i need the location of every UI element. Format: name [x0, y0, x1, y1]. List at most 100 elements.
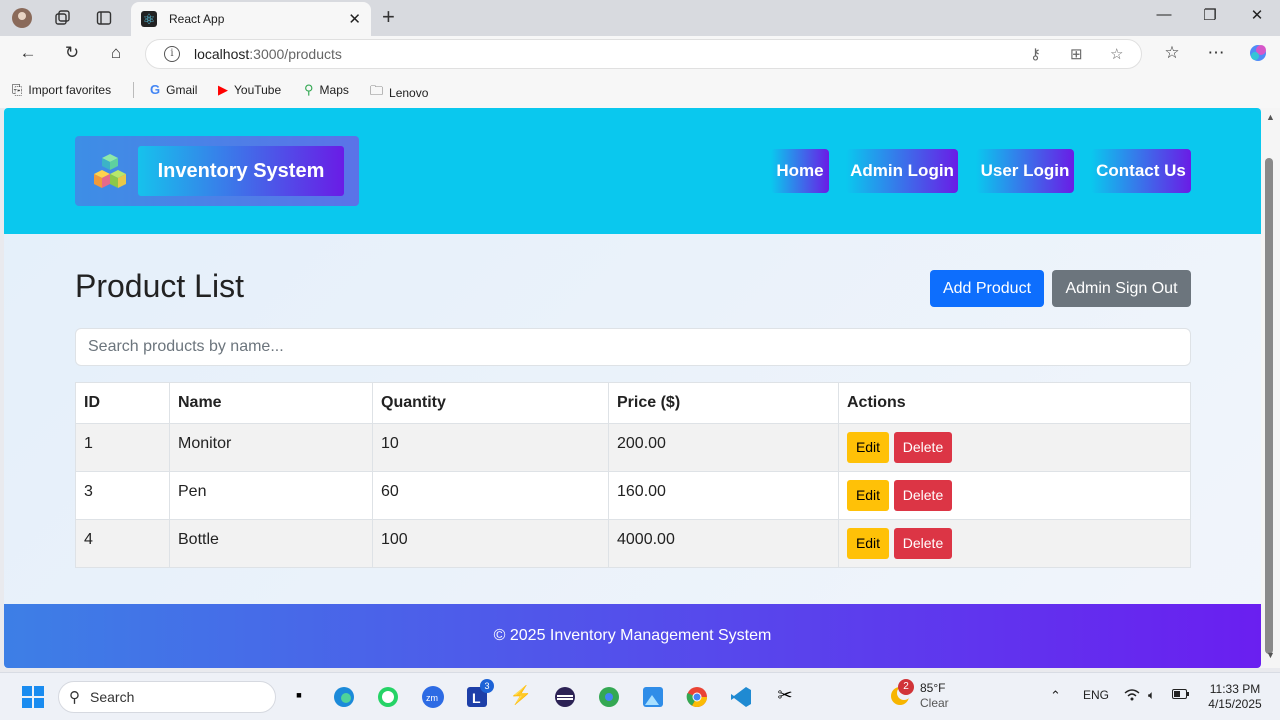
cell-price: 200.00: [608, 423, 839, 472]
url-path: :3000/products: [249, 46, 342, 62]
taskbar-search-label: Search: [90, 689, 135, 705]
taskbar-search[interactable]: ⚲ Search: [58, 681, 276, 713]
fav-gmail[interactable]: G Gmail: [150, 82, 197, 97]
cell-actions: Edit Delete: [838, 519, 1191, 568]
cell-quantity: 60: [372, 471, 609, 520]
app-header: Inventory System Home Admin Login User L…: [4, 108, 1261, 234]
table-row: 4 Bottle 100 4000.00 Edit Delete: [75, 519, 1191, 568]
delete-button[interactable]: Delete: [894, 480, 952, 511]
nav-admin-login[interactable]: Admin Login: [846, 149, 958, 193]
snipping-tool-icon[interactable]: ✂: [772, 685, 798, 706]
app-grid-icon[interactable]: ⊞: [1070, 45, 1083, 63]
youtube-icon: ▶: [218, 82, 228, 97]
zoom-app-icon[interactable]: zm: [420, 685, 446, 714]
table-row: 3 Pen 60 160.00 Edit Delete: [75, 471, 1191, 520]
windows-start-icon[interactable]: [20, 685, 46, 714]
scroll-down-icon[interactable]: ▼: [1266, 650, 1275, 660]
copilot-icon[interactable]: [1246, 43, 1270, 65]
home-icon[interactable]: ⌂: [104, 43, 128, 65]
col-actions: Actions: [838, 382, 1191, 424]
delete-button[interactable]: Delete: [894, 432, 952, 463]
url-host: localhost: [194, 46, 250, 62]
add-product-button[interactable]: Add Product: [930, 270, 1044, 307]
weather-temp: 85°F: [920, 681, 946, 695]
folder-icon: 🗀: [370, 83, 384, 98]
app-badge: 3: [480, 679, 494, 693]
more-menu-icon[interactable]: ⋯: [1204, 43, 1228, 65]
search-icon: ⚲: [69, 689, 80, 706]
fav-maps[interactable]: ⚲ Maps: [304, 82, 349, 98]
cell-actions: Edit Delete: [838, 423, 1191, 472]
cell-id: 1: [75, 423, 170, 472]
refresh-icon[interactable]: ↻: [60, 43, 84, 65]
favorite-star-icon[interactable]: ☆: [1110, 45, 1123, 63]
cell-price: 160.00: [608, 471, 839, 520]
restore-icon[interactable]: ❐: [1198, 6, 1222, 24]
tray-chevron-up-icon[interactable]: ⌃: [1050, 688, 1061, 704]
brand[interactable]: Inventory System: [75, 136, 359, 206]
edit-button[interactable]: Edit: [847, 432, 889, 463]
edge-app-icon[interactable]: [331, 685, 357, 714]
nav-home[interactable]: Home: [771, 149, 829, 193]
clock-date: 4/15/2025: [1208, 697, 1262, 711]
power-automate-icon[interactable]: ⚡: [508, 685, 534, 706]
browser-tab-bar: ⚛ React App ✕ + — ❐ ✕: [0, 0, 1280, 36]
tab-actions-icon[interactable]: [92, 6, 116, 30]
scrollbar-thumb[interactable]: [1265, 158, 1273, 654]
photos-app-icon[interactable]: [640, 685, 666, 714]
wifi-icon[interactable]: [1124, 688, 1140, 705]
cell-price: 4000.00: [608, 519, 839, 568]
tab-close-icon[interactable]: ✕: [348, 10, 361, 28]
back-icon[interactable]: ←: [16, 43, 40, 65]
page-title: Product List: [75, 268, 244, 304]
delete-button[interactable]: Delete: [894, 528, 952, 559]
fav-lenovo[interactable]: 🗀 Lenovo: [370, 82, 428, 104]
window-close-icon[interactable]: ✕: [1245, 6, 1269, 24]
edit-button[interactable]: Edit: [847, 480, 889, 511]
nav-contact-us[interactable]: Contact Us: [1091, 149, 1191, 193]
react-logo-icon: ⚛: [141, 11, 157, 27]
volume-icon[interactable]: 🔈︎: [1148, 688, 1155, 703]
favorites-divider: [133, 82, 134, 98]
minimize-icon[interactable]: —: [1152, 6, 1176, 23]
page-scrollbar[interactable]: ▲ ▼: [1261, 108, 1280, 668]
battery-icon[interactable]: [1172, 688, 1190, 703]
profile-avatar-icon[interactable]: [10, 6, 34, 30]
site-info-icon[interactable]: i: [164, 46, 180, 62]
fav-youtube[interactable]: ▶ YouTube: [218, 82, 281, 98]
col-price: Price ($): [608, 382, 839, 424]
scroll-up-icon[interactable]: ▲: [1266, 112, 1275, 122]
col-id: ID: [75, 382, 170, 424]
fav-import[interactable]: ⎘ Import favorites: [12, 82, 111, 98]
windows-taskbar: ⚲ Search ▪ zm L 3 ⚡ ✂ 85°F Clear 2 ⌃ ENG: [0, 672, 1280, 720]
whatsapp-app-icon[interactable]: [375, 685, 401, 714]
admin-sign-out-button[interactable]: Admin Sign Out: [1052, 270, 1191, 307]
cubes-logo-icon: [94, 154, 126, 188]
chrome-profile-app-icon[interactable]: [596, 685, 622, 714]
chrome-app-icon[interactable]: [684, 685, 710, 714]
search-input[interactable]: [75, 328, 1191, 366]
favorites-bar: ⎘ Import favorites G Gmail ▶ YouTube ⚲ Maps …: [0, 72, 1280, 108]
products-table: ID Name Quantity Price ($) Actions 1 Mon…: [75, 382, 1191, 568]
language-indicator[interactable]: ENG: [1083, 688, 1109, 702]
password-key-icon[interactable]: ⚷: [1030, 45, 1041, 63]
weather-condition: Clear: [920, 696, 949, 710]
cell-name: Monitor: [169, 423, 373, 472]
address-bar[interactable]: i localhost:3000/products ⚷ ⊞ ☆: [145, 39, 1142, 69]
system-clock[interactable]: 11:33 PM 4/15/2025: [1200, 682, 1270, 712]
edit-button[interactable]: Edit: [847, 528, 889, 559]
workspaces-icon[interactable]: [50, 6, 74, 30]
tab-title: React App: [169, 12, 225, 26]
tab-react-app[interactable]: ⚛ React App ✕: [131, 2, 371, 36]
page-footer: © 2025 Inventory Management System: [4, 604, 1261, 668]
vscode-app-icon[interactable]: [728, 685, 754, 714]
new-tab-icon[interactable]: +: [382, 4, 395, 30]
cell-name: Bottle: [169, 519, 373, 568]
eclipse-app-icon[interactable]: [552, 685, 578, 714]
favorites-list-icon[interactable]: ☆: [1160, 43, 1184, 65]
cell-id: 4: [75, 519, 170, 568]
lenovo-app-icon[interactable]: L 3: [464, 679, 494, 714]
task-view-icon[interactable]: ▪: [286, 685, 312, 706]
browser-toolbar: ← ↻ ⌂ i localhost:3000/products ⚷ ⊞ ☆ ☆ …: [0, 36, 1280, 72]
nav-user-login[interactable]: User Login: [976, 149, 1074, 193]
